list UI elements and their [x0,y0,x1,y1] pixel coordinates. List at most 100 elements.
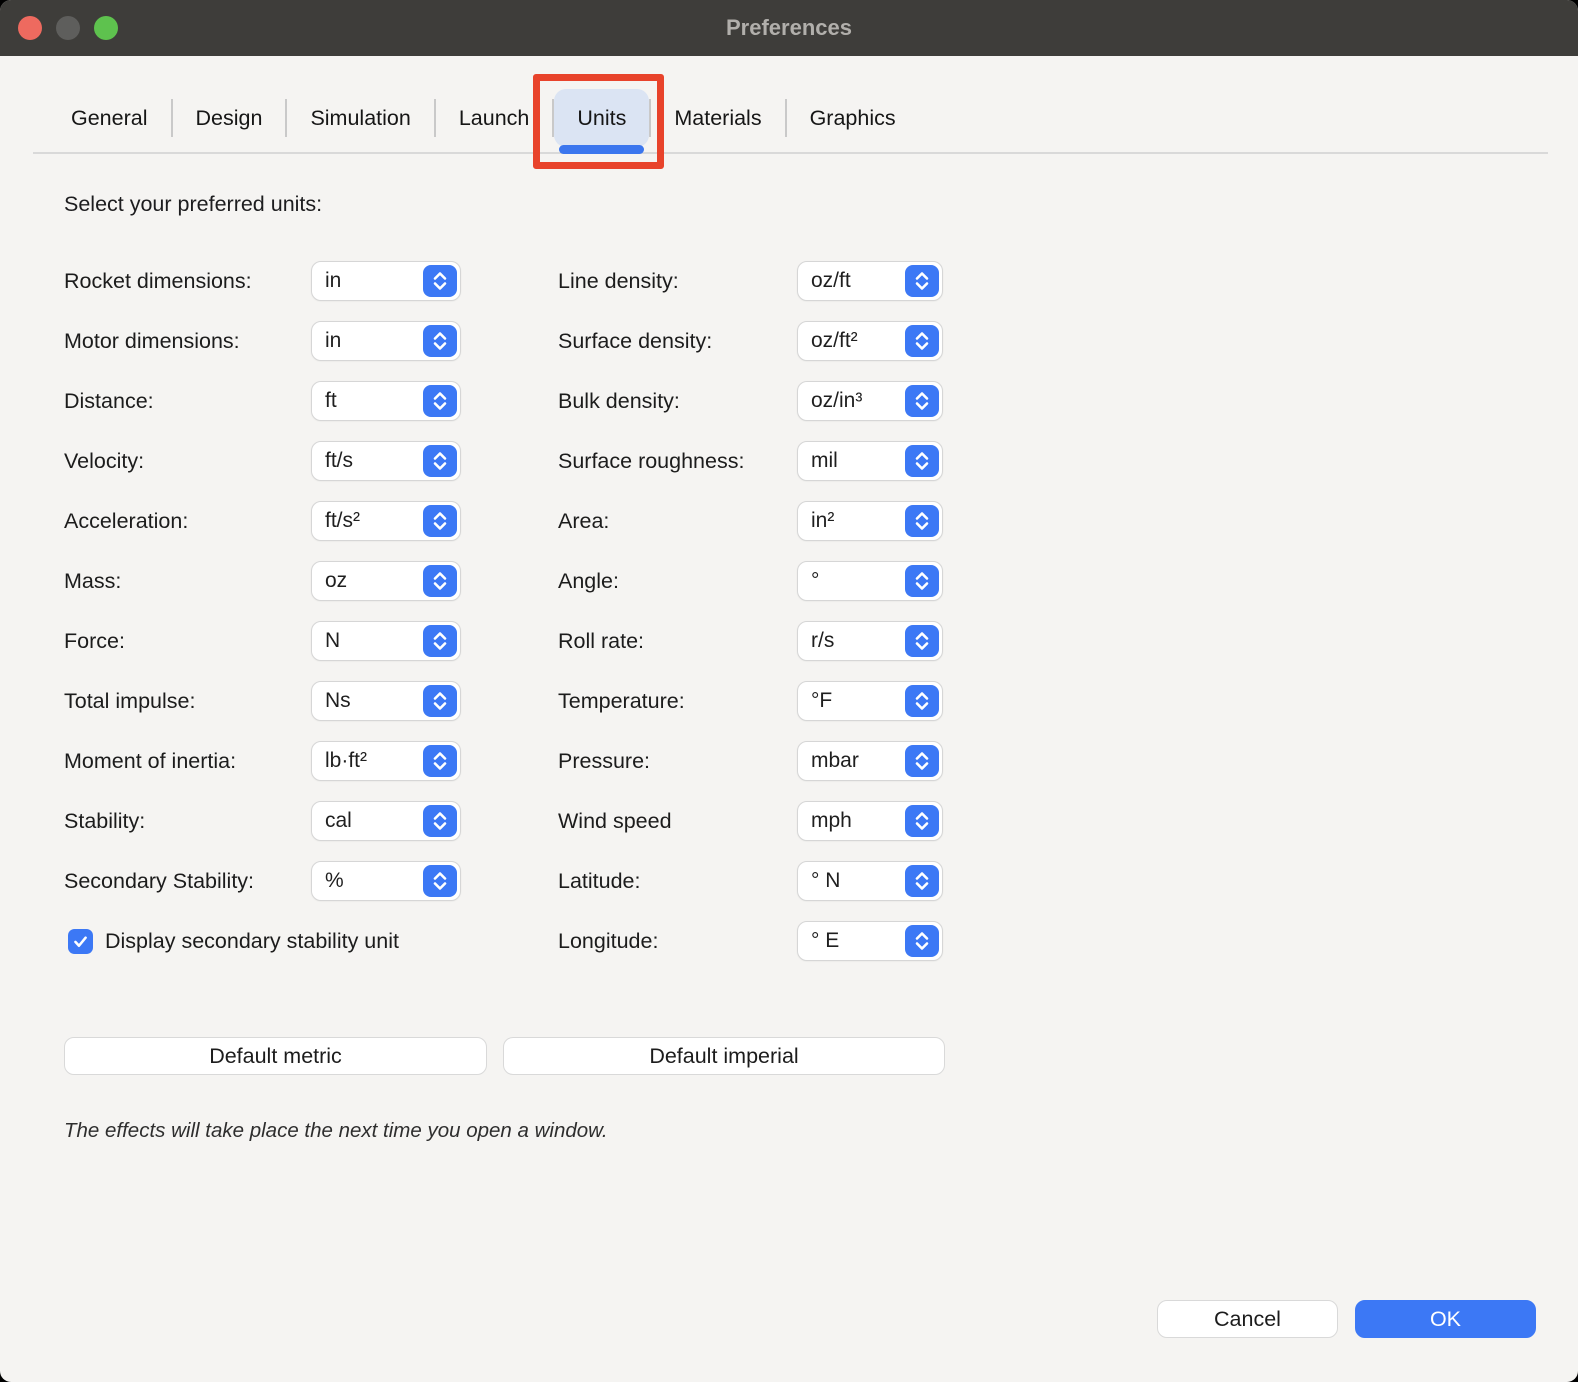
unit-row: Distance: ft [64,381,461,421]
select-surface-roughness[interactable]: mil [797,441,943,481]
updown-chevron-icon [905,265,939,297]
tab-units-label: Units [577,106,626,131]
tab-simulation[interactable]: Simulation [287,89,433,147]
updown-chevron-icon [423,445,457,477]
updown-chevron-icon [423,565,457,597]
unit-row: Temperature: °F [558,681,943,721]
zoom-button[interactable] [94,16,118,40]
select-moment-of-inertia[interactable]: lb·ft² [311,741,461,781]
unit-row: Stability: cal [64,801,461,841]
unit-row: Rocket dimensions: in [64,261,461,301]
default-imperial-button[interactable]: Default imperial [503,1037,945,1075]
label-stability: Stability: [64,809,311,834]
units-panel: Select your preferred units: Rocket dime… [0,192,1578,1143]
label-surface-density: Surface density: [558,329,797,354]
updown-chevron-icon [423,265,457,297]
checkbox-label: Display secondary stability unit [105,929,399,954]
select-latitude[interactable]: ° N [797,861,943,901]
updown-chevron-icon [423,625,457,657]
unit-row: Force: N [64,621,461,661]
label-secondary-stability: Secondary Stability: [64,869,311,894]
window-title: Preferences [726,15,852,41]
unit-row: Moment of inertia: lb·ft² [64,741,461,781]
select-acceleration[interactable]: ft/s² [311,501,461,541]
label-force: Force: [64,629,311,654]
updown-chevron-icon [905,805,939,837]
select-pressure[interactable]: mbar [797,741,943,781]
unit-row: Bulk density: oz/in³ [558,381,943,421]
select-surface-density[interactable]: oz/ft² [797,321,943,361]
select-roll-rate[interactable]: r/s [797,621,943,661]
default-metric-button[interactable]: Default metric [64,1037,487,1075]
unit-row: Acceleration: ft/s² [64,501,461,541]
select-mass[interactable]: oz [311,561,461,601]
label-longitude: Longitude: [558,929,797,954]
unit-row: Longitude: ° E [558,921,943,961]
updown-chevron-icon [905,325,939,357]
tab-graphics[interactable]: Graphics [787,89,919,147]
unit-row: Motor dimensions: in [64,321,461,361]
select-secondary-stability[interactable]: % [311,861,461,901]
tab-units[interactable]: Units [554,89,649,147]
updown-chevron-icon [423,745,457,777]
select-line-density[interactable]: oz/ft [797,261,943,301]
unit-row: Secondary Stability: % [64,861,461,901]
select-wind-speed[interactable]: mph [797,801,943,841]
selected-tab-underline [559,145,644,154]
unit-row: Velocity: ft/s [64,441,461,481]
unit-row: Latitude: ° N [558,861,943,901]
cancel-button[interactable]: Cancel [1157,1300,1338,1338]
label-wind-speed: Wind speed [558,809,797,834]
updown-chevron-icon [905,385,939,417]
select-stability[interactable]: cal [311,801,461,841]
select-motor-dimensions[interactable]: in [311,321,461,361]
unit-row: Area: in² [558,501,943,541]
label-rocket-dimensions: Rocket dimensions: [64,269,311,294]
minimize-button[interactable] [56,16,80,40]
unit-row: Wind speed mph [558,801,943,841]
updown-chevron-icon [905,685,939,717]
select-total-impulse[interactable]: Ns [311,681,461,721]
select-temperature[interactable]: °F [797,681,943,721]
display-secondary-stability-checkbox[interactable] [68,929,93,954]
label-latitude: Latitude: [558,869,797,894]
select-distance[interactable]: ft [311,381,461,421]
tab-general[interactable]: General [48,89,171,147]
tab-materials[interactable]: Materials [651,89,784,147]
select-longitude[interactable]: ° E [797,921,943,961]
label-temperature: Temperature: [558,689,797,714]
label-pressure: Pressure: [558,749,797,774]
unit-row: Mass: oz [64,561,461,601]
label-bulk-density: Bulk density: [558,389,797,414]
tab-bar: General Design Simulation Launch Units M… [0,56,1578,152]
label-motor-dimensions: Motor dimensions: [64,329,311,354]
ok-button[interactable]: OK [1355,1300,1536,1338]
select-rocket-dimensions[interactable]: in [311,261,461,301]
select-velocity[interactable]: ft/s [311,441,461,481]
intro-text: Select your preferred units: [64,192,1578,217]
label-surface-roughness: Surface roughness: [558,449,797,474]
tab-design[interactable]: Design [173,89,286,147]
select-force[interactable]: N [311,621,461,661]
unit-row: Surface density: oz/ft² [558,321,943,361]
select-bulk-density[interactable]: oz/in³ [797,381,943,421]
select-angle[interactable]: ° [797,561,943,601]
traffic-lights [18,16,118,40]
updown-chevron-icon [905,445,939,477]
left-column: Rocket dimensions: in Motor dimensions: … [64,261,461,981]
updown-chevron-icon [423,865,457,897]
label-acceleration: Acceleration: [64,509,311,534]
title-bar: Preferences [0,0,1578,56]
updown-chevron-icon [905,925,939,957]
updown-chevron-icon [905,865,939,897]
unit-row: Angle: ° [558,561,943,601]
label-roll-rate: Roll rate: [558,629,797,654]
label-velocity: Velocity: [64,449,311,474]
label-line-density: Line density: [558,269,797,294]
select-area[interactable]: in² [797,501,943,541]
updown-chevron-icon [423,385,457,417]
tab-launch[interactable]: Launch [436,89,553,147]
updown-chevron-icon [423,805,457,837]
close-button[interactable] [18,16,42,40]
unit-row: Pressure: mbar [558,741,943,781]
